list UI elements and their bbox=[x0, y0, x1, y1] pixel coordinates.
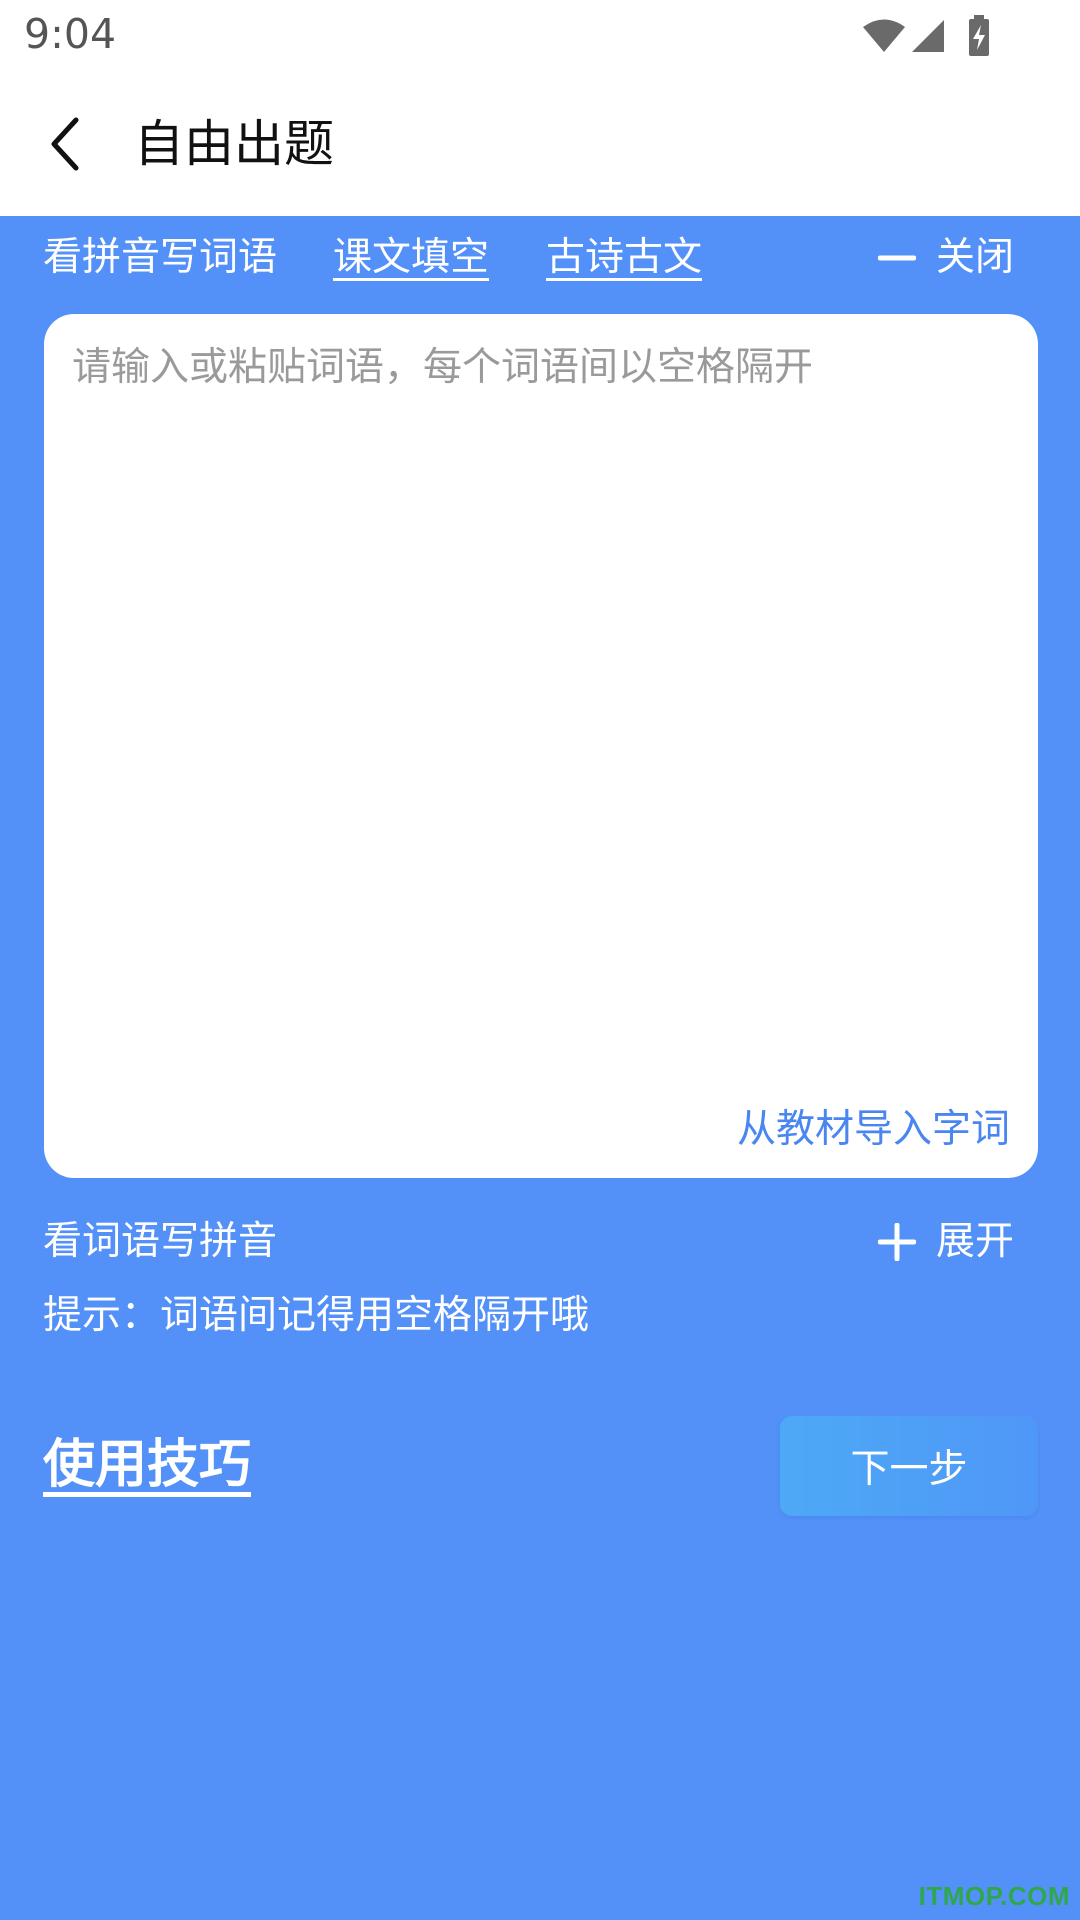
ancient-poems-link[interactable]: 古诗古文 bbox=[546, 228, 702, 288]
next-step-button[interactable]: 下一步 bbox=[780, 1416, 1038, 1516]
status-time: 9:04 bbox=[24, 10, 117, 58]
section-title: 看拼音写词语 bbox=[43, 235, 278, 280]
minus-icon bbox=[877, 255, 916, 261]
section-words-to-pinyin-header: 看词语写拼音 展开 bbox=[0, 1212, 1080, 1272]
text-fill-link[interactable]: 课文填空 bbox=[333, 228, 489, 288]
section-title: 看词语写拼音 bbox=[43, 1219, 278, 1264]
watermark: ITMOP.COM bbox=[918, 1881, 1070, 1911]
status-icons bbox=[858, 14, 1000, 58]
words-input[interactable] bbox=[72, 340, 1012, 1060]
status-bar: 9:04 bbox=[0, 0, 1080, 72]
section-pinyin-to-words-header: 看拼音写词语 课文填空 古诗古文 关闭 bbox=[0, 228, 1080, 288]
words-input-card: 从教材导入字词 bbox=[44, 314, 1038, 1178]
import-from-textbook-link[interactable]: 从教材导入字词 bbox=[737, 1102, 1010, 1158]
battery-charging-icon bbox=[969, 15, 989, 56]
back-button[interactable] bbox=[30, 108, 102, 180]
plus-icon bbox=[877, 1223, 916, 1261]
usage-tips-link[interactable]: 使用技巧 bbox=[43, 1430, 251, 1500]
hint-text: 提示：词语间记得用空格隔开哦 bbox=[43, 1293, 590, 1338]
signal-icon bbox=[912, 20, 944, 52]
chevron-left-icon bbox=[51, 117, 79, 171]
page-title: 自由出题 bbox=[134, 115, 334, 173]
toggle-label: 展开 bbox=[935, 1219, 1014, 1264]
app-bar: 自由出题 bbox=[0, 72, 1080, 216]
collapse-toggle[interactable]: 关闭 bbox=[877, 228, 1014, 288]
wifi-icon bbox=[863, 19, 905, 52]
toggle-label: 关闭 bbox=[935, 235, 1014, 280]
expand-toggle[interactable]: 展开 bbox=[877, 1212, 1014, 1272]
